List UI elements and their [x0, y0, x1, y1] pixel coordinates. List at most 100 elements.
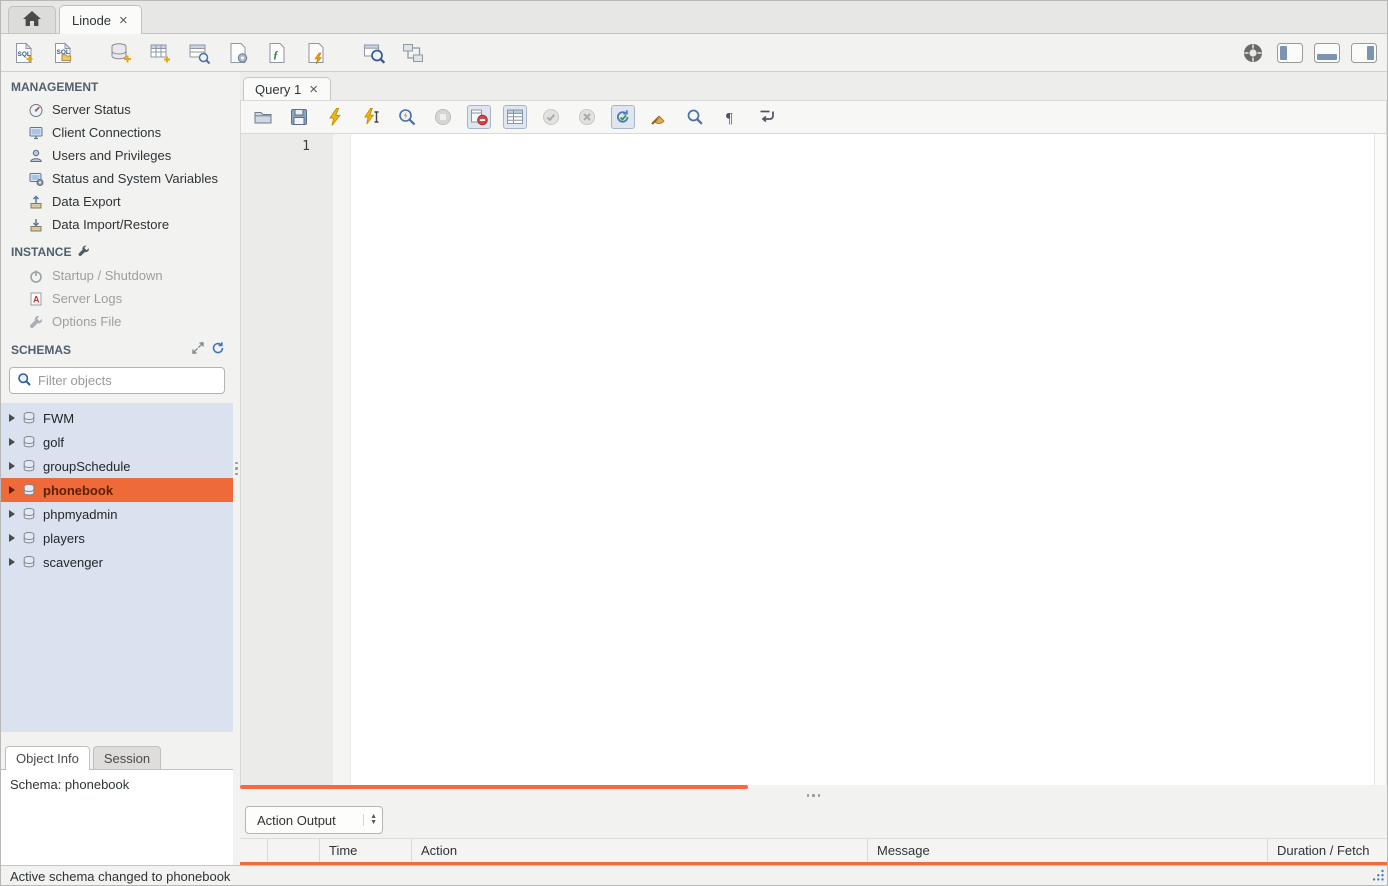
schema-row-groupschedule[interactable]: groupSchedule: [1, 454, 233, 478]
reconnect-dbms-icon[interactable]: [400, 40, 426, 66]
column-header-index[interactable]: [240, 839, 268, 862]
schema-row-golf[interactable]: golf: [1, 430, 233, 454]
connection-tab-linode[interactable]: Linode ×: [59, 5, 142, 34]
sidebar-item-label: Startup / Shutdown: [52, 268, 163, 283]
toggle-autocommit-icon[interactable]: [611, 105, 635, 129]
editor-vertical-scrollbar[interactable]: [1374, 134, 1386, 785]
toggle-stop-on-error-icon[interactable]: [467, 105, 491, 129]
toggle-output-area-icon[interactable]: [1314, 40, 1340, 66]
expander-icon[interactable]: [9, 462, 15, 470]
sidebar-item-label: Status and System Variables: [52, 171, 218, 186]
schema-filter: [9, 367, 225, 394]
column-header-status[interactable]: [268, 839, 320, 862]
close-tab-icon[interactable]: ×: [118, 13, 129, 28]
search-table-data-icon[interactable]: [361, 40, 387, 66]
sidebar-item-users-privileges[interactable]: Users and Privileges: [1, 144, 233, 167]
scrollbar-thumb[interactable]: [240, 785, 748, 789]
gauge-icon: [28, 102, 44, 118]
sidebar-item-options-file[interactable]: Options File: [1, 310, 233, 333]
refresh-icon[interactable]: [211, 341, 225, 358]
create-trigger-icon[interactable]: [303, 40, 329, 66]
editor-horizontal-scrollbar[interactable]: [240, 785, 1387, 789]
schema-name: players: [43, 531, 85, 546]
sidebar-item-client-connections[interactable]: Client Connections: [1, 121, 233, 144]
close-query-tab-icon[interactable]: ×: [308, 82, 319, 97]
execute-icon[interactable]: [323, 105, 347, 129]
schema-name: groupSchedule: [43, 459, 130, 474]
expander-icon[interactable]: [9, 414, 15, 422]
expander-icon[interactable]: [9, 558, 15, 566]
home-tab[interactable]: [8, 6, 56, 33]
limit-rows-icon[interactable]: [503, 105, 527, 129]
tab-query-1[interactable]: Query 1 ×: [243, 77, 331, 101]
sidebar-item-label: Users and Privileges: [52, 148, 171, 163]
sidebar-item-data-import[interactable]: Data Import/Restore: [1, 213, 233, 236]
object-info-text: Schema: phonebook: [10, 777, 129, 792]
create-procedure-icon[interactable]: [225, 40, 251, 66]
column-header-message[interactable]: Message: [868, 839, 1268, 862]
sidebar-item-server-logs[interactable]: A Server Logs: [1, 287, 233, 310]
find-icon[interactable]: [683, 105, 707, 129]
database-icon: [22, 531, 36, 545]
create-function-icon[interactable]: ƒ: [264, 40, 290, 66]
sidebar-item-server-status[interactable]: Server Status: [1, 98, 233, 121]
sidebar-item-data-export[interactable]: Data Export: [1, 190, 233, 213]
expander-icon[interactable]: [9, 486, 15, 494]
sql-editor[interactable]: [351, 134, 1374, 785]
expander-icon[interactable]: [9, 534, 15, 542]
explain-icon[interactable]: [395, 105, 419, 129]
sidebar-item-label: Server Status: [52, 102, 131, 117]
notification-icon[interactable]: [1240, 40, 1266, 66]
database-icon: [22, 507, 36, 521]
output-view-selector-value: Action Output: [257, 813, 336, 828]
column-header-time[interactable]: Time: [320, 839, 412, 862]
toggle-right-sidebar-icon[interactable]: [1351, 40, 1377, 66]
tab-session[interactable]: Session: [93, 746, 161, 769]
database-icon: [22, 411, 36, 425]
open-script-icon[interactable]: [251, 105, 275, 129]
sidebar-splitter[interactable]: [233, 72, 240, 865]
column-header-duration-fetch[interactable]: Duration / Fetch: [1268, 839, 1387, 862]
output-view-selector[interactable]: Action Output ▲ ▼: [245, 806, 383, 834]
sidebar-item-system-variables[interactable]: Status and System Variables: [1, 167, 233, 190]
sidebar-item-startup-shutdown[interactable]: Startup / Shutdown: [1, 264, 233, 287]
navigator-sections: MANAGEMENT Server Status Client Connecti…: [1, 72, 233, 732]
schema-row-players[interactable]: players: [1, 526, 233, 550]
schema-filter-input[interactable]: [38, 373, 217, 388]
rollback-icon: [575, 105, 599, 129]
schema-row-scavenger[interactable]: scavenger: [1, 550, 233, 574]
commit-icon: [539, 105, 563, 129]
expander-icon[interactable]: [9, 438, 15, 446]
instance-section-header: INSTANCE: [1, 236, 233, 264]
tab-object-info[interactable]: Object Info: [5, 746, 90, 770]
status-message: Active schema changed to phonebook: [10, 869, 230, 884]
clear-query-icon[interactable]: [647, 105, 671, 129]
schema-row-phpmyadmin[interactable]: phpmyadmin: [1, 502, 233, 526]
expander-icon[interactable]: [9, 510, 15, 518]
schema-tree: FWM golf groupSchedule: [1, 403, 233, 732]
wrench-icon: [28, 314, 44, 330]
connection-tab-label: Linode: [72, 13, 111, 28]
selector-spin-icon[interactable]: ▲ ▼: [363, 814, 377, 827]
log-file-icon: A: [28, 291, 44, 307]
sidebar-item-label: Data Export: [52, 194, 121, 209]
resize-grip-icon[interactable]: [1371, 868, 1385, 885]
schema-row-phonebook[interactable]: phonebook: [1, 478, 233, 502]
create-view-icon[interactable]: [186, 40, 212, 66]
schema-row-fwm[interactable]: FWM: [1, 406, 233, 430]
create-table-icon[interactable]: [147, 40, 173, 66]
toggle-left-sidebar-icon[interactable]: [1277, 40, 1303, 66]
expand-panel-icon[interactable]: [191, 341, 205, 358]
save-script-icon[interactable]: [287, 105, 311, 129]
column-header-action[interactable]: Action: [412, 839, 868, 862]
open-sql-script-icon[interactable]: SQL: [50, 40, 76, 66]
output-splitter[interactable]: [240, 789, 1387, 802]
sidebar-item-label: Client Connections: [52, 125, 161, 140]
new-sql-tab-icon[interactable]: SQL: [11, 40, 37, 66]
execute-current-icon[interactable]: [359, 105, 383, 129]
connection-tab-bar: Linode ×: [1, 1, 1387, 34]
wrench-icon: [77, 244, 90, 260]
show-invisibles-icon[interactable]: ¶: [719, 105, 743, 129]
wrap-text-icon[interactable]: [755, 105, 779, 129]
create-schema-icon[interactable]: [108, 40, 134, 66]
